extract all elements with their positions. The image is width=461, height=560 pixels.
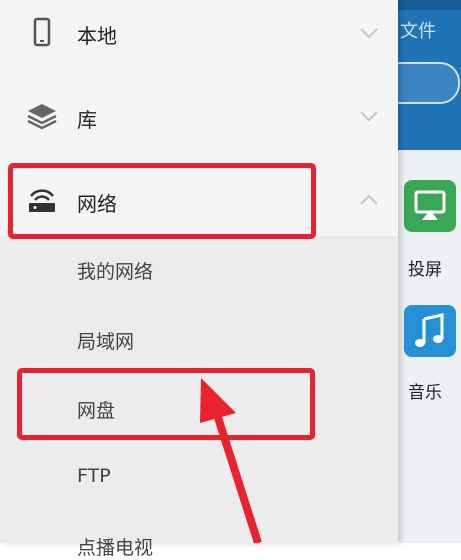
music-note-icon xyxy=(415,313,444,347)
drawer-item-label: 库 xyxy=(77,108,97,132)
header-file-text: 文件 xyxy=(400,21,436,42)
layers-icon xyxy=(27,104,57,130)
cast-screen-label: 投屏 xyxy=(408,260,442,280)
music-label: 音乐 xyxy=(408,383,442,403)
chevron-down-icon[interactable] xyxy=(358,26,380,40)
chevron-up-icon[interactable] xyxy=(358,193,380,207)
subitem-ftp[interactable]: FTP xyxy=(77,465,111,487)
subitem-lan[interactable]: 局域网 xyxy=(77,327,134,354)
phone-icon xyxy=(33,17,51,47)
subitem-iptv[interactable]: 点播电视 xyxy=(77,533,153,560)
chevron-down-icon[interactable] xyxy=(358,109,380,123)
cast-screen-icon xyxy=(414,190,446,220)
highlight-cloud-drive-box xyxy=(17,368,315,440)
navigation-drawer: 本地 库 网络 我的网络 局域网 网盘 FTP 点播电视 xyxy=(0,0,398,559)
subitem-my-network[interactable]: 我的网络 xyxy=(77,257,153,284)
drawer-item-label: 本地 xyxy=(77,24,117,48)
highlight-network-box xyxy=(8,163,316,239)
cast-screen-tile[interactable] xyxy=(404,180,456,232)
music-tile[interactable] xyxy=(404,305,456,357)
